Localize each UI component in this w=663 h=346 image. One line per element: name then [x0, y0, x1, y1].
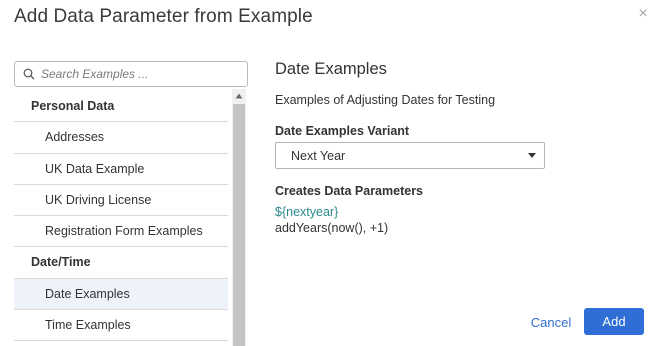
list-item-uk-driving-license[interactable]: UK Driving License: [14, 185, 228, 217]
variant-label: Date Examples Variant: [275, 124, 410, 138]
examples-list: Personal Data Addresses UK Data Example …: [14, 91, 228, 346]
dropdown-arrow-icon: [528, 153, 536, 158]
list-item-time-examples[interactable]: Time Examples: [14, 310, 228, 342]
parameter-token: ${nextyear}: [275, 205, 339, 219]
list-group-date-time: Date/Time: [14, 247, 228, 279]
add-button[interactable]: Add: [584, 308, 644, 335]
detail-title: Date Examples: [275, 60, 387, 78]
search-input[interactable]: [41, 67, 231, 81]
cancel-button[interactable]: Cancel: [527, 308, 575, 338]
variant-selected-value: Next Year: [291, 149, 346, 163]
list-item-registration-form-examples[interactable]: Registration Form Examples: [14, 216, 228, 248]
dialog-title: Add Data Parameter from Example: [14, 6, 313, 27]
close-icon[interactable]: ×: [635, 6, 651, 22]
list-item-addresses[interactable]: Addresses: [14, 122, 228, 154]
list-item-uk-data-example[interactable]: UK Data Example: [14, 154, 228, 185]
variant-select[interactable]: Next Year: [275, 142, 545, 169]
parameter-expression: addYears(now(), +1): [275, 221, 389, 235]
creates-label: Creates Data Parameters: [275, 184, 424, 198]
list-scrollbar[interactable]: [232, 89, 246, 346]
scroll-thumb[interactable]: [233, 104, 245, 346]
search-icon: [23, 68, 35, 80]
scroll-up-arrow-icon[interactable]: [232, 89, 246, 103]
search-box[interactable]: [14, 61, 248, 87]
detail-description: Examples of Adjusting Dates for Testing: [275, 93, 496, 107]
list-group-personal-data: Personal Data: [14, 91, 228, 123]
list-item-date-examples[interactable]: Date Examples: [14, 278, 228, 311]
